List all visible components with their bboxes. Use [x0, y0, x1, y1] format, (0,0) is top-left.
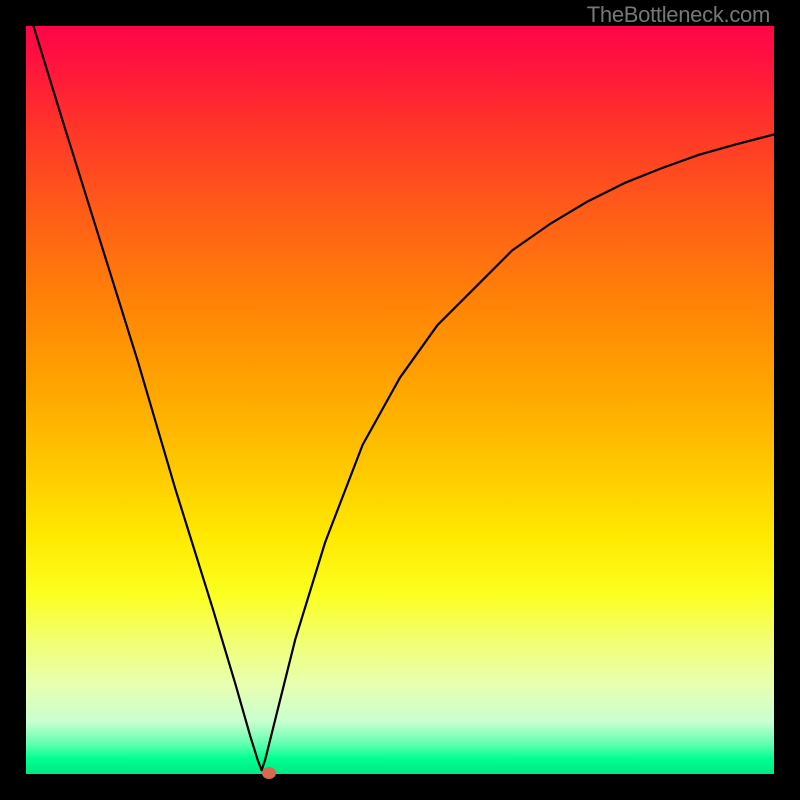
- chart-frame: TheBottleneck.com: [0, 0, 800, 800]
- curve-svg: [26, 26, 774, 774]
- plot-area: [26, 26, 774, 774]
- curve-left-branch: [33, 26, 261, 770]
- minimum-marker: [262, 767, 276, 779]
- watermark-text: TheBottleneck.com: [587, 2, 770, 28]
- curve-right-branch: [262, 134, 774, 770]
